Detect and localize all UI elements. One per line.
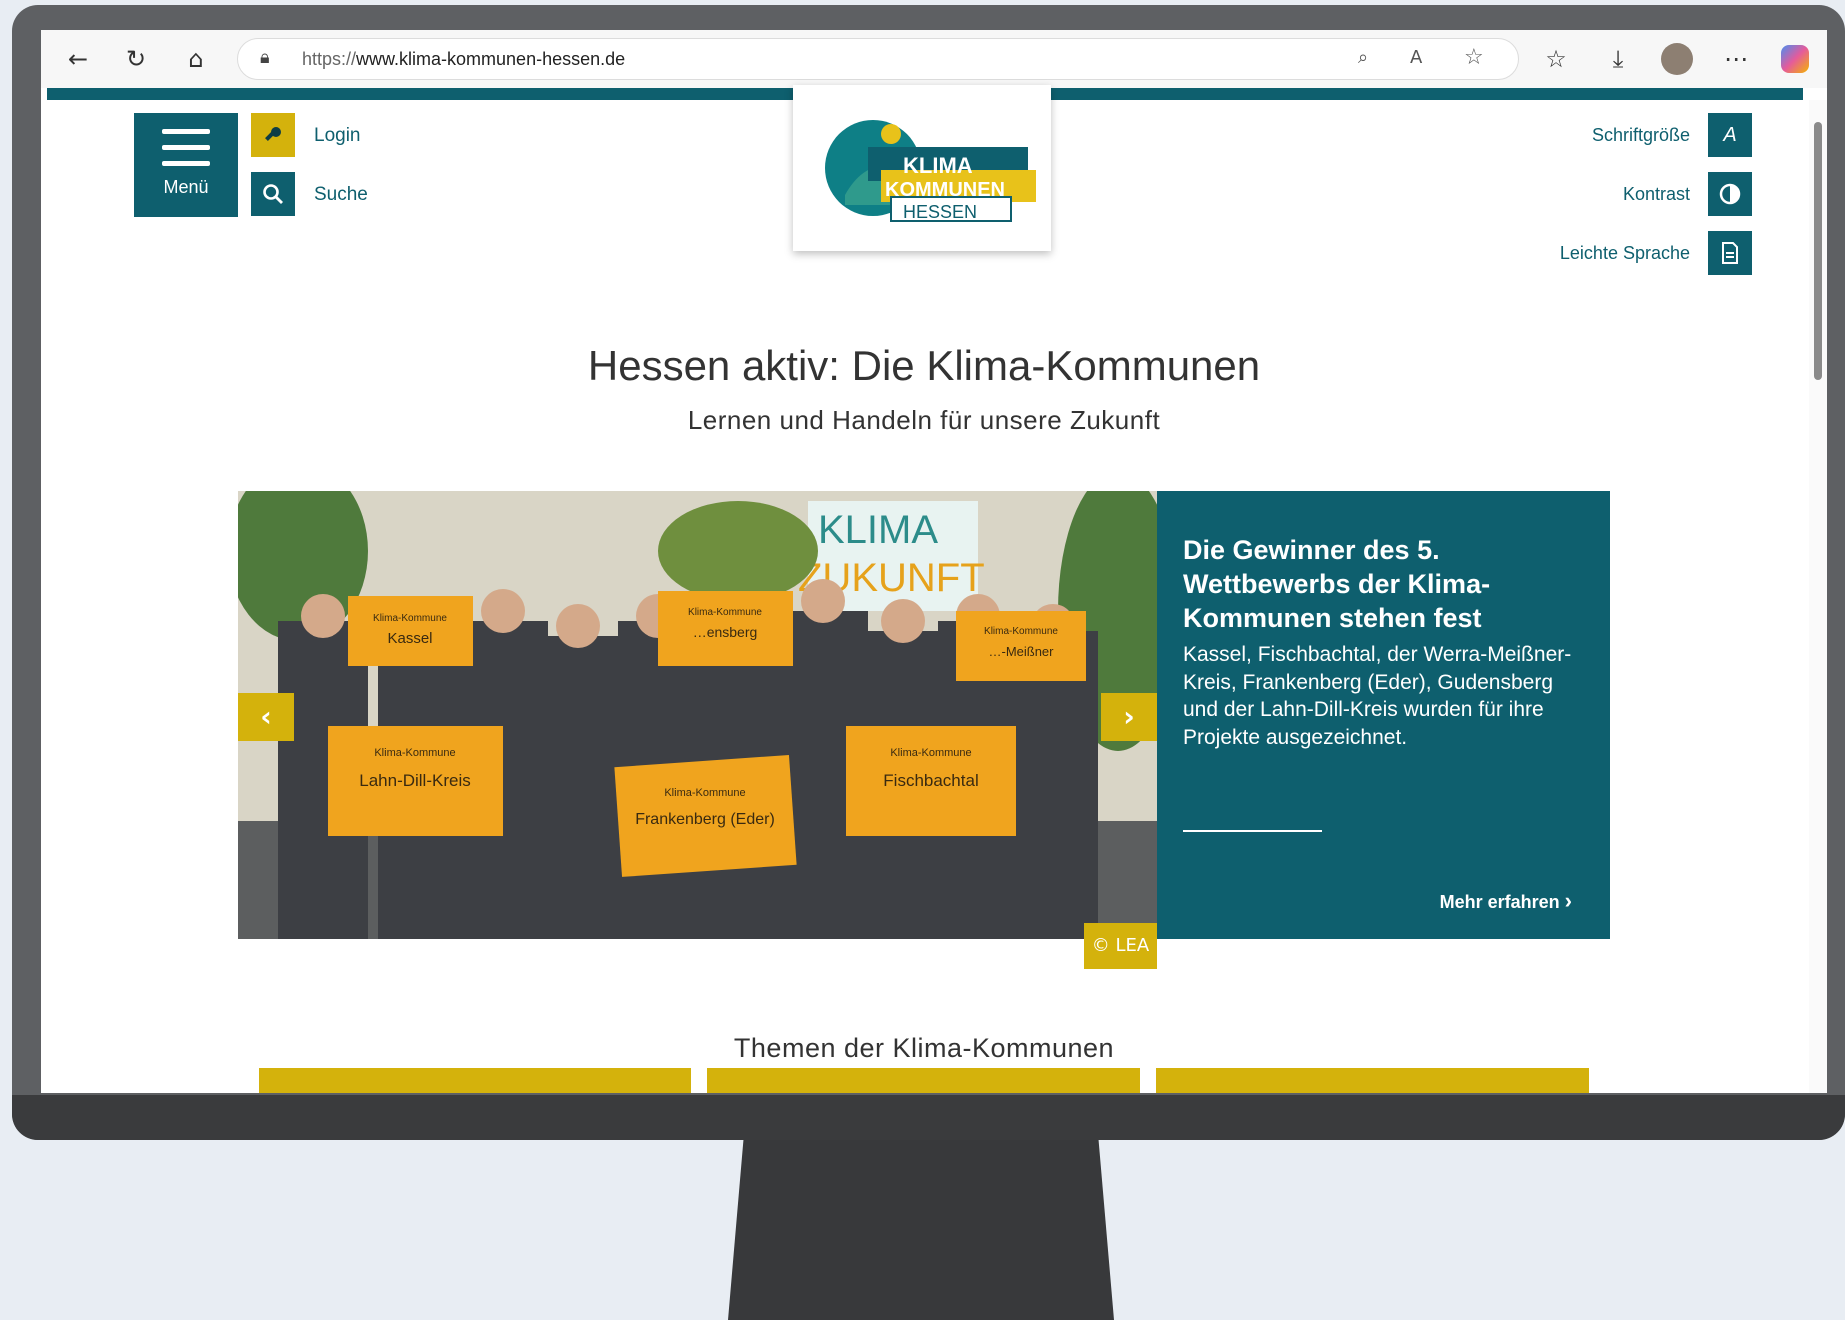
home-icon[interactable]: ⌂ — [181, 44, 211, 74]
backdrop-text-klima: KLIMA — [818, 508, 938, 552]
search-link[interactable]: Suche — [314, 184, 368, 206]
award-group-photo: KLIMA ZUKUNFT Klima-Kommune Kassel Klima… — [238, 491, 1157, 939]
hero-slide-photo: KLIMA ZUKUNFT Klima-Kommune Kassel Klima… — [238, 491, 1157, 939]
sign-kassel: Kassel — [387, 630, 432, 647]
logo-text-kommunen: KOMMUNEN — [885, 179, 1005, 201]
browser-window: ← ↻ ⌂ 🔒︎ https://www.klima-kommunen-hess… — [41, 30, 1827, 1093]
login-link[interactable]: Login — [314, 125, 361, 147]
slider-next-button[interactable]: › — [1101, 693, 1157, 741]
page-title: Hessen aktiv: Die Klima-Kommunen — [587, 342, 1261, 389]
monitor-chin — [12, 1095, 1845, 1140]
browser-toolbar: ← ↻ ⌂ 🔒︎ https://www.klima-kommunen-hess… — [41, 30, 1827, 88]
url-text: https://www.klima-kommunen-hessen.de — [302, 49, 626, 69]
chevron-left-icon: ‹ — [260, 700, 272, 733]
photo-credit: © LEA — [1084, 923, 1157, 969]
profile-avatar[interactable] — [1661, 43, 1693, 75]
read-more-label: Mehr erfahren — [1439, 892, 1560, 912]
search-icon[interactable] — [251, 172, 295, 216]
font-size-link[interactable]: Schriftgröße — [1592, 125, 1690, 146]
read-aloud-icon[interactable]: A — [1410, 47, 1422, 68]
sign-prefix: Klima-Kommune — [688, 607, 762, 618]
sign-prefix: Klima-Kommune — [890, 747, 971, 759]
monitor-stand — [728, 1140, 1114, 1320]
reload-icon[interactable]: ↻ — [121, 44, 151, 74]
sign-prefix: Klima-Kommune — [373, 613, 447, 624]
sign-prefix: Klima-Kommune — [984, 626, 1058, 637]
theme-card-3[interactable] — [1156, 1068, 1589, 1093]
sign-werra-meissner: …-Meißner — [988, 644, 1054, 659]
menu-label: Menü — [163, 177, 209, 197]
key-icon[interactable] — [251, 113, 295, 157]
zoom-icon[interactable]: ⌕ — [1358, 47, 1368, 68]
document-icon-svg — [1722, 242, 1738, 264]
slider-prev-button[interactable]: ‹ — [238, 693, 294, 741]
read-more-link[interactable]: Mehr erfahren › — [1440, 888, 1572, 914]
page-scrollbar[interactable] — [1809, 100, 1827, 1093]
logo-graphic: KLIMA KOMMUNEN HESSEN — [825, 120, 1036, 222]
sign-frankenberg: Frankenberg (Eder) — [635, 811, 775, 828]
theme-card-1[interactable] — [259, 1068, 691, 1093]
sign-prefix: Klima-Kommune — [374, 747, 455, 759]
lock-icon: 🔒︎ — [260, 47, 270, 68]
favorites-icon[interactable]: ☆ — [1541, 44, 1571, 74]
hero-description: Kassel, Fischbachtal, der Werra-Meißner-… — [1183, 643, 1572, 749]
contrast-link[interactable]: Kontrast — [1623, 184, 1690, 205]
sign-gudensberg: …ensberg — [693, 624, 758, 640]
address-bar[interactable]: 🔒︎ https://www.klima-kommunen-hessen.de … — [237, 38, 1519, 80]
scrollbar-thumb[interactable] — [1814, 122, 1822, 380]
sign-lahn-dill-kreis: Lahn-Dill-Kreis — [359, 771, 470, 790]
chevron-right-icon: › — [1123, 700, 1135, 733]
contrast-icon[interactable] — [1708, 172, 1752, 216]
favorite-star-icon[interactable]: ☆ — [1464, 45, 1484, 70]
sign-fischbachtal: Fischbachtal — [883, 771, 978, 790]
hero-text-panel: Die Gewinner des 5. Wettbewerbs der Klim… — [1157, 491, 1610, 939]
search-icon-svg — [263, 184, 283, 204]
site-logo[interactable]: KLIMA KOMMUNEN HESSEN — [793, 85, 1051, 251]
hamburger-icon — [162, 129, 210, 169]
font-size-icon[interactable]: A — [1708, 113, 1752, 157]
copilot-icon[interactable] — [1781, 45, 1809, 73]
document-icon[interactable] — [1708, 231, 1752, 275]
more-options-icon[interactable]: ⋯ — [1721, 44, 1751, 74]
sign-prefix: Klima-Kommune — [664, 787, 745, 799]
page-subtitle: Lernen und Handeln für unsere Zukunft — [687, 405, 1161, 435]
easy-language-link[interactable]: Leichte Sprache — [1560, 243, 1690, 264]
chevron-right-icon: › — [1564, 888, 1572, 913]
hero-title: Die Gewinner des 5. Wettbewerbs der Klim… — [1183, 535, 1491, 633]
download-icon[interactable]: ⤓ — [1603, 44, 1633, 74]
menu-button[interactable]: Menü — [134, 113, 238, 217]
logo-text-klima: KLIMA — [903, 153, 973, 178]
back-icon[interactable]: ← — [63, 44, 93, 74]
hero-divider — [1183, 830, 1322, 832]
accessibility-tools: Schriftgröße A Kontrast Leichte Sprache — [1341, 113, 1752, 275]
logo-text-hessen: HESSEN — [903, 202, 977, 222]
themes-section-title: Themen der Klima-Kommunen — [733, 1033, 1115, 1063]
key-icon-svg — [265, 127, 281, 141]
contrast-icon-svg — [1719, 183, 1741, 205]
theme-card-2[interactable] — [707, 1068, 1140, 1093]
